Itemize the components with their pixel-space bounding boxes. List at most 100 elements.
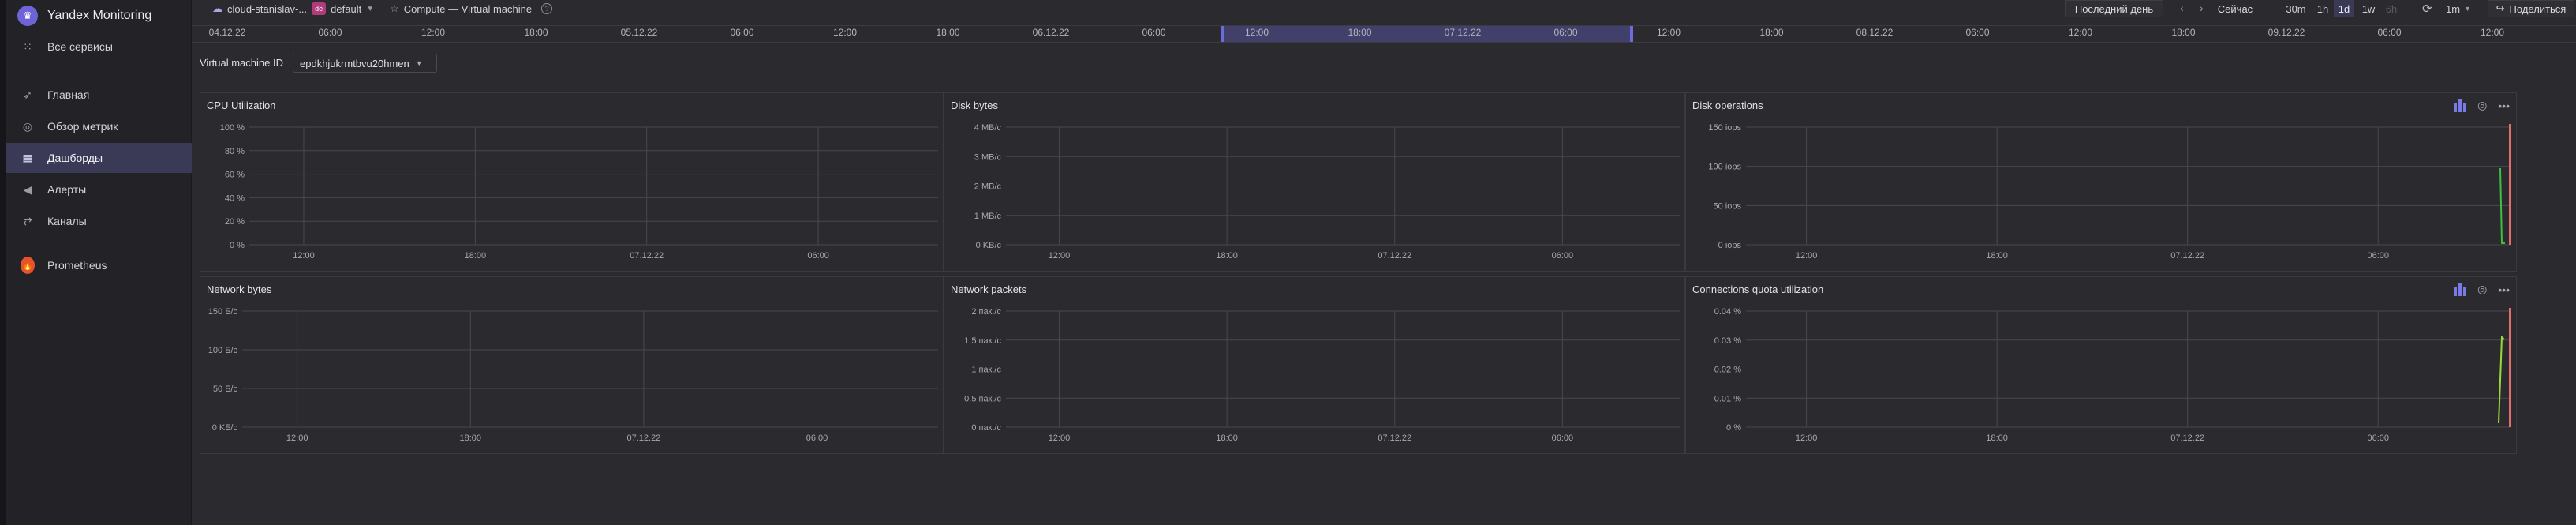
now-button[interactable]: Сейчас [2211,0,2259,17]
range-1h[interactable]: 1h [2312,0,2333,17]
y-tick-label: 0.04 % [1714,307,1741,317]
compass-icon[interactable]: ◎ [2477,99,2487,112]
y-tick-label: 20 % [225,217,245,227]
x-tick-label: 06:00 [1552,251,1574,261]
timeline[interactable]: 04.12.22 06:00 12:00 18:00 05.12.22 06:00 12:0… [192,25,2576,43]
timeline-tick: 08.12.22 [1856,27,1894,38]
x-tick-label: 12:00 [1049,433,1071,443]
y-tick-label: 4 MB/c [974,123,1002,133]
timeline-tick: 06:00 [730,27,754,38]
timeline-tick: 18:00 [1348,27,1372,38]
variable-label: Virtual machine ID [200,57,283,69]
chart-type-icon[interactable] [2454,99,2467,112]
timeline-tick: 18:00 [1759,27,1784,38]
dashboard-title: Compute — Virtual machine [403,2,533,15]
chart-plot[interactable]: 2 пак./c 1.5 пак./c 1 пак./c 0.5 пак./c 0 па… [944,277,1686,455]
compass-icon: ◎ [22,119,33,133]
chart-plot[interactable]: 150 Б/c 100 Б/c 50 Б/c 0 KБ/c 12:00 18:00 07.1… [200,277,944,455]
series-line [2498,335,2505,424]
range-30m[interactable]: 30m [2285,0,2307,17]
chart-plot[interactable]: 100 % 80 % 60 % 40 % 20 % 0 % 12:00 18:00 07.12.… [200,93,944,272]
timeline-tick: 18:00 [2171,27,2196,38]
share-icon: ↪ [2496,2,2505,14]
timeline-tick: 06:00 [1965,27,1990,38]
y-tick-label: 100 iops [1708,163,1741,172]
refresh-icon[interactable]: ⟳ [2422,2,2432,16]
sidebar-item-label: Дашборды [47,152,103,164]
sidebar-item-metrics[interactable]: ◎ Обзор метрик [6,111,192,141]
sidebar-item-channels[interactable]: ⇄ Каналы [6,206,192,236]
compass-icon[interactable]: ◎ [2477,283,2487,296]
x-tick-label: 06:00 [2367,433,2389,443]
cloud-icon: ☁ [212,2,222,14]
timeline-tick: 18:00 [524,27,548,38]
timeline-tick: 06:00 [318,27,342,38]
range-1w[interactable]: 1w [2358,0,2379,17]
refresh-interval-select[interactable]: 1m ▼ [2446,0,2471,17]
chart-panel[interactable]: 100 % 80 % 60 % 40 % 20 % 0 % 12:00 18:00 07.12.… [200,92,944,272]
timeline-tick: 06:00 [1553,27,1578,38]
chart-panel[interactable]: 150 Б/c 100 Б/c 50 Б/c 0 KБ/c 12:00 18:00 07.1… [200,276,944,454]
share-button[interactable]: ↪ Поделиться [2488,0,2574,17]
brand-name: Yandex Monitoring [47,9,152,22]
y-tick-label: 60 % [225,171,245,180]
chart-panel[interactable]: 2 пак./c 1.5 пак./c 1 пак./c 0.5 пак./c 0 па… [944,276,1685,454]
x-tick-label: 12:00 [1049,251,1071,261]
sidebar-item-prometheus[interactable]: 🔥 Prometheus [6,250,192,280]
more-icon[interactable]: ••• [2498,99,2510,112]
sidebar-item-alerts[interactable]: ◀ Алерты [6,174,192,204]
panel-toolbar: ◎ ••• [2454,283,2510,296]
y-tick-label: 2 пак./c [971,307,1001,317]
range-6h[interactable]: 6h [2381,0,2402,17]
y-tick-label: 80 % [225,147,245,156]
panel-title: Connections quota utilization [1692,283,1824,295]
breadcrumb: ☁ cloud-stanislav-... de default ▼ ☆ Com… [192,2,553,15]
breadcrumb-cloud[interactable]: cloud-stanislav-... [227,3,307,15]
breadcrumb-folder[interactable]: default [331,3,361,15]
more-icon[interactable]: ••• [2498,283,2510,296]
sidebar-item-dashboards[interactable]: ▦ Дашборды [6,143,192,173]
sidebar-item-label: Каналы [47,215,87,227]
chevron-left-icon[interactable]: ‹ [2180,2,2184,14]
chevron-down-icon: ▼ [2464,5,2471,13]
x-tick-label: 07.12.22 [1378,433,1411,443]
y-tick-label: 100 Б/c [208,346,238,355]
grid-icon: ⁙ [23,39,32,53]
rocket-icon: ➶ [23,88,32,101]
x-tick-label: 07.12.22 [630,251,664,261]
sidebar-item-home[interactable]: ➶ Главная [6,80,192,110]
range-1d[interactable]: 1d [2334,0,2354,17]
panel-title: CPU Utilization [207,99,276,111]
chart-plot[interactable]: 150 iops 100 iops 50 iops 0 iops 12:00 18:00 0… [1686,93,2518,272]
x-tick-label: 07.12.22 [2170,433,2204,443]
chart-panel[interactable]: 150 iops 100 iops 50 iops 0 iops 12:00 18:00 0… [1685,92,2517,272]
panel-title: Network packets [951,283,1027,295]
y-tick-label: 0.5 пак./c [964,394,1001,403]
chart-type-icon[interactable] [2454,283,2467,296]
y-tick-label: 0 KB/c [976,241,1002,250]
chevron-down-icon: ▼ [415,59,423,67]
prometheus-icon: 🔥 [21,257,35,274]
sidebar-item-all-services[interactable]: ⁙ Все сервисы [6,32,192,62]
x-tick-label: 06:00 [807,251,829,261]
period-button[interactable]: Последний день [2065,0,2163,17]
chart-plot[interactable]: 4 MB/c 3 MB/c 2 MB/c 1 MB/c 0 KB/c 12:00 18:00… [944,93,1686,272]
y-tick-label: 0.02 % [1714,366,1741,375]
chart-plot[interactable]: 0.04 % 0.03 % 0.02 % 0.01 % 0 % 12:00 18:00 07.… [1686,277,2518,455]
x-tick-label: 12:00 [293,251,315,261]
timeline-tick: 12:00 [2068,27,2093,38]
chevron-right-icon[interactable]: › [2200,2,2204,14]
x-tick-label: 06:00 [806,433,828,443]
star-icon[interactable]: ☆ [390,2,399,15]
refresh-interval-value: 1m [2446,2,2461,15]
chevron-down-icon[interactable]: ▼ [366,5,374,13]
y-tick-label: 1 пак./c [971,366,1001,375]
x-tick-label: 18:00 [1986,433,2008,443]
chart-panel[interactable]: 0.04 % 0.03 % 0.02 % 0.01 % 0 % 12:00 18:00 07.… [1685,276,2517,454]
help-icon[interactable]: ? [541,3,553,14]
sidebar-item-label: Алерты [47,183,87,196]
x-tick-label: 18:00 [1216,433,1238,443]
vm-id-select[interactable]: epdkhjukrmtbvu20hmen ▼ [293,54,437,73]
brand[interactable]: ♛ Yandex Monitoring [17,3,151,28]
chart-panel[interactable]: 4 MB/c 3 MB/c 2 MB/c 1 MB/c 0 KB/c 12:00 18:00… [944,92,1685,272]
